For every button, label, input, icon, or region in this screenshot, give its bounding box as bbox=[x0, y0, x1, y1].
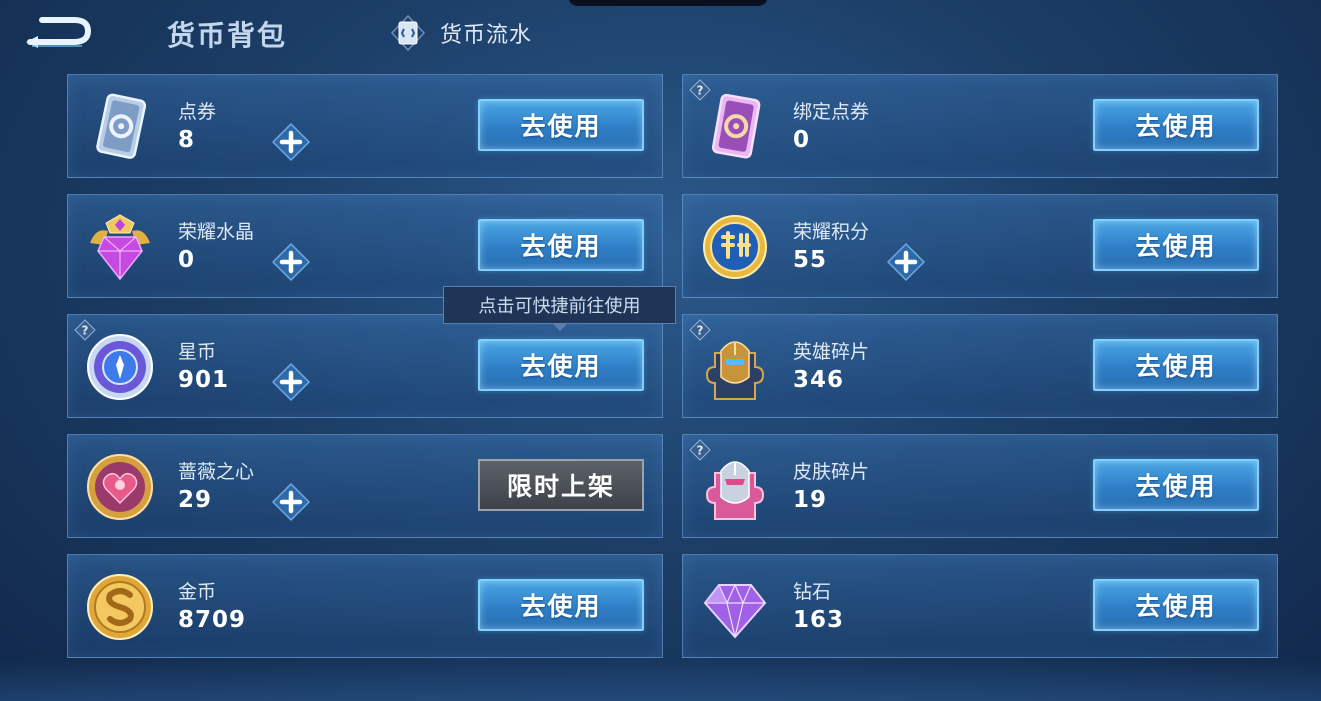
star-coin-icon bbox=[82, 329, 158, 405]
glory-points-icon bbox=[697, 209, 773, 285]
currency-card-glory-points: 荣耀积分 55 去使用 bbox=[682, 194, 1278, 298]
use-voucher-button[interactable]: 去使用 bbox=[478, 99, 644, 151]
header-bar: 货币背包 货币流水 bbox=[0, 0, 1321, 64]
bottom-glow bbox=[0, 660, 1321, 701]
currency-card-hero-fragment: ? 英雄碎片 346 去使用 bbox=[682, 314, 1278, 418]
currency-amount: 55 bbox=[793, 247, 828, 273]
currency-card-rose-heart: 蔷薇之心 29 限时上架 bbox=[67, 434, 663, 538]
currency-card-star-coin: ? 星币 901 去使用 bbox=[67, 314, 663, 418]
use-diamond-button[interactable]: 去使用 bbox=[1093, 579, 1259, 631]
use-skin-fragment-button[interactable]: 去使用 bbox=[1093, 459, 1259, 511]
currency-flow-label: 货币流水 bbox=[440, 23, 533, 48]
use-bound-voucher-button[interactable]: 去使用 bbox=[1093, 99, 1259, 151]
currency-card-bound-voucher: ? 绑定点券 0 去使用 bbox=[682, 74, 1278, 178]
add-voucher-button[interactable] bbox=[271, 122, 311, 162]
currency-card-diamond: 钻石 163 去使用 bbox=[682, 554, 1278, 658]
limited-time-button: 限时上架 bbox=[478, 459, 644, 511]
currency-amount: 163 bbox=[793, 607, 845, 633]
currency-name: 点券 bbox=[178, 101, 217, 123]
currency-card-skin-fragment: ? 皮肤碎片 19 去使用 bbox=[682, 434, 1278, 538]
quick-use-tooltip: 点击可快捷前往使用 bbox=[443, 286, 676, 324]
currency-amount: 901 bbox=[178, 367, 230, 393]
currency-name: 荣耀水晶 bbox=[178, 221, 255, 243]
rose-heart-icon bbox=[82, 449, 158, 525]
currency-name: 皮肤碎片 bbox=[793, 461, 870, 483]
currency-name: 蔷薇之心 bbox=[178, 461, 255, 483]
transaction-card-icon bbox=[390, 14, 426, 52]
add-star-coin-button[interactable] bbox=[271, 362, 311, 402]
currency-flow-link[interactable]: 货币流水 bbox=[390, 14, 532, 52]
currency-amount: 8709 bbox=[178, 607, 247, 633]
currency-card-glory-crystal: 荣耀水晶 0 去使用 bbox=[67, 194, 663, 298]
add-rose-heart-button[interactable] bbox=[271, 482, 311, 522]
glory-crystal-icon bbox=[82, 209, 158, 285]
voucher-card-icon bbox=[82, 89, 158, 165]
add-glory-crystal-button[interactable] bbox=[271, 242, 311, 282]
currency-amount: 346 bbox=[793, 367, 845, 393]
currency-name: 金币 bbox=[178, 581, 217, 603]
currency-amount: 19 bbox=[793, 487, 828, 513]
bound-voucher-card-icon bbox=[697, 89, 773, 165]
currency-amount: 8 bbox=[178, 127, 196, 153]
hero-fragment-icon bbox=[697, 329, 773, 405]
use-hero-fragment-button[interactable]: 去使用 bbox=[1093, 339, 1259, 391]
tooltip-pointer bbox=[552, 323, 568, 331]
page-title: 货币背包 bbox=[167, 19, 288, 52]
currency-card-voucher: 点券 8 去使用 bbox=[67, 74, 663, 178]
currency-amount: 0 bbox=[793, 127, 811, 153]
diamond-icon bbox=[697, 569, 773, 645]
gold-coin-icon bbox=[82, 569, 158, 645]
currency-amount: 0 bbox=[178, 247, 196, 273]
currency-name: 英雄碎片 bbox=[793, 341, 870, 363]
use-star-coin-button[interactable]: 去使用 bbox=[478, 339, 644, 391]
currency-amount: 29 bbox=[178, 487, 213, 513]
currency-name: 绑定点券 bbox=[793, 101, 870, 123]
back-arrow-icon[interactable] bbox=[22, 12, 92, 50]
skin-fragment-icon bbox=[697, 449, 773, 525]
currency-name: 钻石 bbox=[793, 581, 832, 603]
currency-card-gold-coin: 金币 8709 去使用 bbox=[67, 554, 663, 658]
currency-name: 星币 bbox=[178, 341, 217, 363]
use-gold-coin-button[interactable]: 去使用 bbox=[478, 579, 644, 631]
add-glory-points-button[interactable] bbox=[886, 242, 926, 282]
currency-name: 荣耀积分 bbox=[793, 221, 870, 243]
use-glory-points-button[interactable]: 去使用 bbox=[1093, 219, 1259, 271]
use-glory-crystal-button[interactable]: 去使用 bbox=[478, 219, 644, 271]
